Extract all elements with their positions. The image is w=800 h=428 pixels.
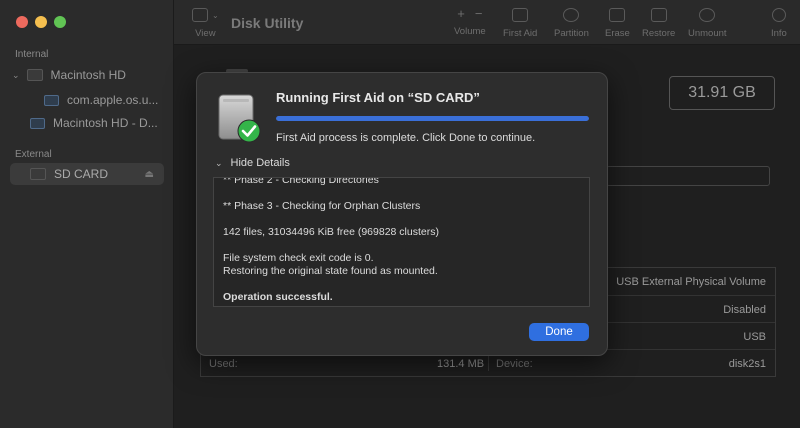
eraser-icon: [609, 8, 626, 22]
minimize-button[interactable]: [35, 16, 47, 28]
restore-button[interactable]: Restore: [642, 8, 675, 39]
chevron-down-icon: ⌄: [212, 10, 219, 20]
log-line: ** Phase 2 - Checking Directories: [223, 177, 379, 186]
log-line: ** Phase 3 - Checking for Orphan Cluster…: [223, 200, 421, 212]
sidebar-item-label: SD CARD: [54, 167, 109, 181]
sidebar-item-macintosh-hd-data[interactable]: Macintosh HD - D...: [30, 113, 158, 133]
owners-value: Disabled: [723, 304, 766, 316]
connection-value: USB External Physical Volume: [616, 276, 766, 288]
unmount-icon: [699, 8, 716, 22]
capacity-display: 31.91 GB: [669, 76, 775, 110]
toolbar: ⌄ View Disk Utility + − Volume First Aid…: [174, 0, 800, 45]
volume-button[interactable]: + − Volume: [454, 6, 486, 37]
connection-type-value: USB: [743, 331, 766, 343]
sidebar-toggle-icon: [192, 8, 208, 22]
pie-chart-icon: [563, 8, 580, 22]
volume-icon: [44, 94, 59, 106]
sidebar-section-internal: Internal: [15, 49, 49, 60]
log-line-result: Operation successful.: [223, 291, 333, 303]
sidebar-item-macintosh-hd[interactable]: ⌄ Macintosh HD: [12, 65, 126, 85]
view-label: View: [195, 28, 216, 39]
plus-icon: +: [457, 6, 465, 21]
first-aid-button[interactable]: First Aid: [503, 8, 537, 39]
zoom-button[interactable]: [54, 16, 66, 28]
external-drive-check-icon: [215, 93, 263, 145]
log-line: 142 files, 31034496 KiB free (969828 clu…: [223, 226, 439, 238]
used-label: Used:: [209, 358, 238, 370]
partition-button[interactable]: Partition: [554, 8, 589, 39]
disk-icon: [26, 69, 43, 81]
chevron-down-icon: ⌄: [215, 157, 223, 168]
status-message: First Aid process is complete. Click Don…: [276, 132, 536, 144]
sidebar-item-com-apple-os[interactable]: com.apple.os.u...: [44, 90, 158, 110]
device-label: Device:: [496, 358, 533, 370]
sidebar-section-external: External: [15, 149, 52, 160]
unmount-label: Unmount: [688, 28, 727, 39]
sidebar: Internal ⌄ Macintosh HD com.apple.os.u..…: [0, 0, 174, 428]
done-button[interactable]: Done: [529, 323, 589, 341]
view-button[interactable]: ⌄ View: [192, 8, 219, 39]
info-button[interactable]: Info: [771, 8, 787, 39]
volume-label: Volume: [454, 26, 486, 37]
chevron-down-icon[interactable]: ⌄: [12, 70, 20, 81]
partition-label: Partition: [554, 28, 589, 39]
dialog-title: Running First Aid on “SD CARD”: [276, 90, 480, 105]
erase-button[interactable]: Erase: [605, 8, 630, 39]
disk-icon: [30, 168, 46, 180]
restore-icon: [650, 8, 667, 22]
traffic-lights: [16, 16, 66, 28]
hide-details-label: Hide Details: [230, 157, 290, 169]
info-icon: [771, 8, 786, 22]
minus-icon: −: [474, 6, 483, 21]
eject-icon[interactable]: ⏏: [145, 169, 154, 180]
log-line: Restoring the original state found as mo…: [223, 265, 438, 277]
first-aid-dialog: Running First Aid on “SD CARD” First Aid…: [196, 72, 608, 356]
sidebar-item-label: Macintosh HD: [50, 68, 126, 82]
restore-label: Restore: [642, 28, 676, 39]
sidebar-item-label: com.apple.os.u...: [67, 93, 159, 107]
usage-bar: [606, 166, 770, 186]
used-value: 131.4 MB: [437, 358, 485, 370]
info-label: Info: [771, 28, 787, 39]
stethoscope-icon: [512, 8, 529, 22]
app-title: Disk Utility: [231, 15, 304, 31]
log-line: File system check exit code is 0.: [223, 252, 374, 264]
volume-icon: [30, 117, 45, 129]
sidebar-item-sd-card[interactable]: SD CARD ⏏: [30, 164, 160, 184]
hide-details-toggle[interactable]: ⌄ Hide Details: [215, 157, 290, 169]
first-aid-label: First Aid: [503, 28, 538, 39]
disk-utility-window: Internal ⌄ Macintosh HD com.apple.os.u..…: [0, 0, 800, 428]
progress-fill: [276, 116, 589, 121]
device-value: disk2s1: [728, 358, 766, 370]
details-log[interactable]: ** Phase 2 - Checking Directories ** Pha…: [213, 177, 590, 307]
progress-bar: [276, 116, 589, 121]
close-button[interactable]: [16, 16, 28, 28]
erase-label: Erase: [605, 28, 630, 39]
sidebar-item-label: Macintosh HD - D...: [53, 116, 158, 130]
unmount-button[interactable]: Unmount: [688, 8, 727, 39]
log-content: ** Phase 2 - Checking Directories ** Pha…: [223, 177, 583, 304]
column-divider: [488, 355, 489, 371]
